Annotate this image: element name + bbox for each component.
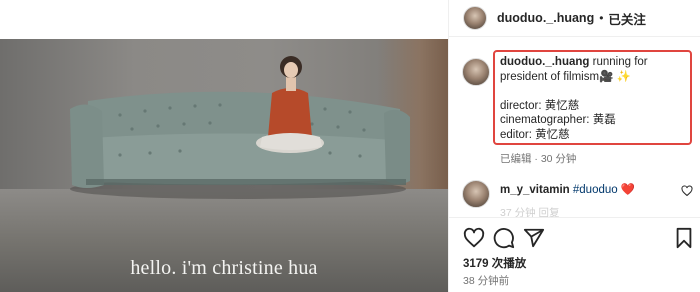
caption-username[interactable]: duoduo._.huang <box>500 56 589 68</box>
commenter-username[interactable]: m_y_vitamin <box>500 184 570 196</box>
credit-cinematographer: cinematographer: 黄磊 <box>500 114 616 126</box>
view-count: 3179 次播放 <box>463 258 527 270</box>
heart-icon[interactable] <box>463 227 485 249</box>
commenter-avatar[interactable] <box>462 180 490 208</box>
comment-heart-icon[interactable] <box>681 185 693 197</box>
caption-author-avatar[interactable] <box>462 58 490 86</box>
post-photo[interactable]: hello. i'm christine hua <box>0 39 448 292</box>
share-icon[interactable] <box>523 227 545 249</box>
comment-icon[interactable] <box>493 227 515 249</box>
video-caption-overlay: hello. i'm christine hua <box>130 257 318 279</box>
post-timestamp[interactable]: 38 分钟前 <box>463 273 509 288</box>
post-caption: duoduo._.huang running for president of … <box>500 55 690 142</box>
comment-hashtag[interactable]: #duoduo <box>573 184 618 196</box>
comment-text: m_y_vitamin #duoduo ❤️ <box>500 182 635 196</box>
post-actions-bar <box>449 217 700 255</box>
post-header: duoduo._.huang • 已关注 <box>449 0 700 37</box>
comment-emoji: ❤️ <box>620 184 636 196</box>
post-media[interactable]: hello. i'm christine hua <box>0 0 448 292</box>
bookmark-icon[interactable] <box>673 227 695 249</box>
author-avatar[interactable] <box>463 6 487 30</box>
following-button[interactable]: 已关注 <box>608 9 646 28</box>
sofa-scene <box>70 56 410 199</box>
comment-item: m_y_vitamin #duoduo ❤️ <box>462 178 697 208</box>
credit-director: director: 黄忆慈 <box>500 99 580 112</box>
post-side-panel: duoduo._.huang • 已关注 duoduo._.huang runn… <box>448 0 700 292</box>
separator-dot: • <box>599 11 604 25</box>
credit-editor: editor: 黄忆慈 <box>500 128 570 141</box>
author-username[interactable]: duoduo._.huang <box>497 11 594 25</box>
caption-meta: 已编辑 · 30 分钟 <box>500 153 577 165</box>
